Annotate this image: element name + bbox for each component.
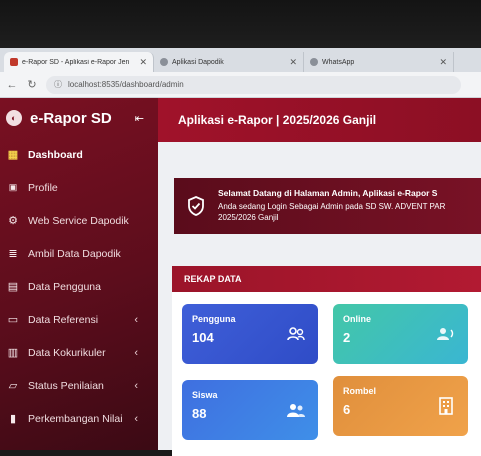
sidebar-item-label: Status Penilaian <box>28 379 104 392</box>
sidebar-item-label: Data Pengguna <box>28 280 101 293</box>
sidebar-item-data-kokurikuler[interactable]: ▥ Data Kokurikuler ‹ <box>0 336 158 369</box>
folder-icon: ▱ <box>8 380 18 392</box>
sidebar-item-label: Web Service Dapodik <box>28 214 129 227</box>
sidebar-item-perkembangan-nilai[interactable]: ▮ Perkembangan Nilai ‹ <box>0 402 158 435</box>
rekap-heading: REKAP DATA <box>172 266 481 292</box>
card-label: Online <box>343 314 372 324</box>
browser-tab-whatsapp[interactable]: WhatsApp ✕ <box>304 52 454 72</box>
address-bar: ← ↻ ⓘ localhost:8535/dashboard/admin <box>0 72 481 98</box>
browser-tab-dapodik[interactable]: Aplikasi Dapodik ✕ <box>154 52 304 72</box>
chevron-left-icon: ‹ <box>134 379 138 392</box>
sidebar-item-data-pengguna[interactable]: ▤ Data Pengguna <box>0 270 158 303</box>
reload-icon[interactable]: ↻ <box>26 78 38 91</box>
url-text: localhost:8535/dashboard/admin <box>68 80 184 89</box>
welcome-banner: Selamat Datang di Halaman Admin, Aplikas… <box>174 178 481 234</box>
erapor-favicon-icon <box>10 58 18 66</box>
students-icon <box>286 400 306 420</box>
sidebar-item-profile[interactable]: ▣ Profile <box>0 171 158 204</box>
chart-icon: ▮ <box>9 413 17 425</box>
sidebar-item-web-service-dapodik[interactable]: ⚙ Web Service Dapodik <box>0 204 158 237</box>
welcome-line: Anda sedang Login Sebagai Admin pada SD … <box>218 202 446 212</box>
sidebar-item-label: Perkembangan Nilai <box>28 412 123 425</box>
app-header: Aplikasi e-Rapor | 2025/2026 Ganjil <box>158 98 481 142</box>
gear-icon: ⚙ <box>8 215 18 227</box>
url-field[interactable]: ⓘ localhost:8535/dashboard/admin <box>46 75 461 94</box>
tab-title: e-Rapor SD - Aplikasi e-Rapor Jen <box>22 58 130 66</box>
users-icon <box>286 324 306 344</box>
close-tab-icon[interactable]: ✕ <box>439 57 447 68</box>
users-book-icon: ▤ <box>7 281 19 293</box>
database-icon: ≣ <box>8 248 18 260</box>
rekap-data-panel: REKAP DATA Pengguna 104 Online 2 Siswa 8… <box>172 266 481 456</box>
online-users-icon <box>436 324 456 344</box>
page-title: Aplikasi e-Rapor | 2025/2026 Ganjil <box>178 113 377 127</box>
card-label: Rombel <box>343 386 377 396</box>
browser-tab-erapor[interactable]: e-Rapor SD - Aplikasi e-Rapor Jen ✕ <box>4 52 154 72</box>
card-label: Pengguna <box>192 314 236 324</box>
tab-title: Aplikasi Dapodik <box>172 58 224 66</box>
welcome-text: Selamat Datang di Halaman Admin, Aplikas… <box>218 188 445 224</box>
sidebar-item-label: Profile <box>28 181 58 194</box>
welcome-title: Selamat Datang di Halaman Admin, Aplikas… <box>218 187 438 198</box>
shield-check-icon <box>186 195 206 217</box>
brand: ◐ e-Rapor SD ⇤ <box>0 98 158 138</box>
sidebar-item-label: Data Kokurikuler <box>28 346 106 359</box>
monitor-icon: ▭ <box>7 314 19 326</box>
sidebar-item-label: Dashboard <box>28 148 83 161</box>
chevron-left-icon: ‹ <box>134 412 138 425</box>
sidebar-item-label: Ambil Data Dapodik <box>28 247 121 260</box>
screen-bezel <box>0 0 481 48</box>
brand-logo-icon: ◐ <box>6 110 22 126</box>
welcome-line: 2025/2026 Ganjil <box>218 213 279 223</box>
tab-title: WhatsApp <box>322 58 355 66</box>
chevron-left-icon: ‹ <box>134 346 138 359</box>
card-label: Siswa <box>192 390 218 400</box>
card-online[interactable]: Online 2 <box>333 304 468 364</box>
sidebar: ◐ e-Rapor SD ⇤ ▦ Dashboard ▣ Profile ⚙ W… <box>0 98 158 450</box>
whatsapp-favicon-icon <box>310 58 318 66</box>
main-content: Aplikasi e-Rapor | 2025/2026 Ganjil Sela… <box>158 98 481 456</box>
card-rombel[interactable]: Rombel 6 <box>333 376 468 436</box>
page-favicon-icon <box>160 58 168 66</box>
brand-name: e-Rapor SD <box>30 109 112 127</box>
chevron-left-icon: ‹ <box>134 313 138 326</box>
sidebar-item-data-referensi[interactable]: ▭ Data Referensi ‹ <box>0 303 158 336</box>
browser-tab-bar: e-Rapor SD - Aplikasi e-Rapor Jen ✕ Apli… <box>0 48 481 72</box>
card-pengguna[interactable]: Pengguna 104 <box>182 304 318 364</box>
building-icon <box>436 396 456 416</box>
collapse-sidebar-icon[interactable]: ⇤ <box>135 112 144 125</box>
info-icon: ⓘ <box>54 80 62 89</box>
dashboard-grid-icon: ▦ <box>7 149 19 161</box>
back-arrow-icon[interactable]: ← <box>6 79 18 91</box>
sidebar-item-status-penilaian[interactable]: ▱ Status Penilaian ‹ <box>0 369 158 402</box>
close-tab-icon[interactable]: ✕ <box>139 57 147 68</box>
calendar-icon: ▥ <box>7 347 19 359</box>
close-tab-icon[interactable]: ✕ <box>289 57 297 68</box>
id-card-icon: ▣ <box>8 182 18 192</box>
sidebar-item-dashboard[interactable]: ▦ Dashboard <box>0 138 158 171</box>
sidebar-item-ambil-data-dapodik[interactable]: ≣ Ambil Data Dapodik <box>0 237 158 270</box>
sidebar-item-label: Data Referensi <box>28 313 99 326</box>
card-siswa[interactable]: Siswa 88 <box>182 380 318 440</box>
